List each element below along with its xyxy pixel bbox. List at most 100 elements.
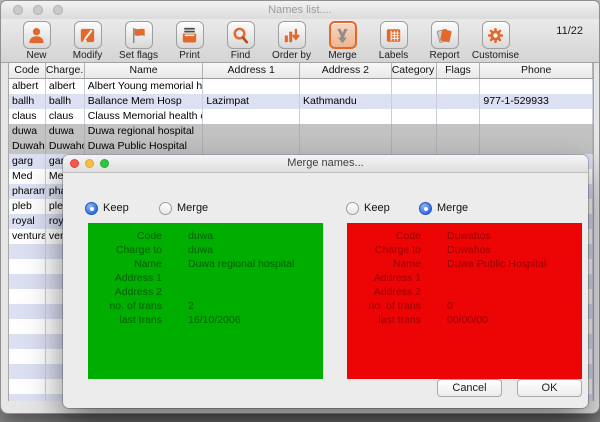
cell: albert <box>9 79 46 94</box>
field-value: Duwahos <box>447 243 491 257</box>
column-header-name[interactable]: Name <box>85 63 204 78</box>
toolbar-button-modify[interactable]: Modify <box>62 21 113 61</box>
field-label: Name <box>88 257 162 271</box>
cell: pleb <box>9 199 46 214</box>
field-row: Address 2 <box>88 285 323 299</box>
radio-keep-left[interactable] <box>85 202 98 215</box>
radio-merge-right[interactable] <box>419 202 432 215</box>
cell <box>480 124 593 139</box>
field-label: Address 1 <box>347 271 421 285</box>
table-row[interactable]: ballhballhBallance Mem HospLazimpatKathm… <box>9 94 593 109</box>
toolbar-button-label: Print <box>179 50 200 61</box>
cell: Med <box>9 169 46 184</box>
record-count: 11/22 <box>556 25 583 37</box>
column-header-code[interactable]: Code <box>9 63 46 78</box>
keep-record-panel: CodeduwaCharge toduwaNameDuwa regional h… <box>88 223 323 379</box>
zoom-icon[interactable] <box>100 159 109 168</box>
cell <box>9 259 46 274</box>
cell <box>9 289 46 304</box>
table-row[interactable]: albertalbertAlbert Young memorial hospit… <box>9 79 593 94</box>
column-header-phone[interactable]: Phone <box>480 63 593 78</box>
toolbar-button-labels[interactable]: Labels <box>368 21 419 61</box>
toolbar: New Modify Set flags Print Find Order byMerge… <box>1 19 599 63</box>
cell <box>300 109 392 124</box>
radio-keep-right[interactable] <box>346 202 359 215</box>
field-row: Charge toDuwahos <box>347 243 582 257</box>
toolbar-button-label: Find <box>231 50 250 61</box>
toolbar-button-merge[interactable]: Merge <box>317 21 368 61</box>
cell: garg <box>9 154 46 169</box>
radio-merge-left[interactable] <box>159 202 172 215</box>
cell: ventura <box>9 229 46 244</box>
table-header-row: CodeCharge...NameAddress 1Address 2Categ… <box>9 63 593 79</box>
cell: duwa <box>9 124 46 139</box>
cell: ballh <box>46 94 85 109</box>
cancel-button[interactable]: Cancel <box>437 379 502 397</box>
column-header-address-1[interactable]: Address 1 <box>203 63 300 78</box>
field-row: Charge toduwa <box>88 243 323 257</box>
edit-pencil-icon <box>74 21 102 49</box>
column-header-flags[interactable]: Flags <box>437 63 481 78</box>
cell: Albert Young memorial hospital <box>85 79 204 94</box>
radio-merge-left-label: Merge <box>177 202 208 215</box>
cell: ballh <box>9 94 46 109</box>
ok-button[interactable]: OK <box>517 379 582 397</box>
cell: claus <box>46 109 85 124</box>
toolbar-button-set-flags[interactable]: Set flags <box>113 21 164 61</box>
field-row: no. of trans2 <box>88 299 323 313</box>
field-value: Duwa Public Hospital <box>447 257 546 271</box>
cell <box>203 139 300 154</box>
cell <box>392 79 437 94</box>
cell: Kathmandu <box>300 94 392 109</box>
field-label: last trans <box>88 313 162 327</box>
cell: Clauss Memorial health centre <box>85 109 204 124</box>
field-row: NameDuwa regional hospital <box>88 257 323 271</box>
close-icon <box>13 5 23 15</box>
field-row: no. of trans0 <box>347 299 582 313</box>
toolbar-button-new[interactable]: New <box>11 21 62 61</box>
toolbar-button-label: Customise <box>472 50 519 61</box>
toolbar-button-order-by[interactable]: Order by <box>266 21 317 61</box>
cell <box>9 379 46 394</box>
field-value: 00/00/00 <box>447 313 488 327</box>
dialog-titlebar: Merge names... <box>63 155 588 173</box>
cell: Duwa Public Hospital <box>85 139 204 154</box>
toolbar-button-customise[interactable]: Customise <box>470 21 521 61</box>
table-row[interactable]: clausclausClauss Memorial health centre <box>9 109 593 124</box>
minimize-icon[interactable] <box>85 159 94 168</box>
field-label: Address 2 <box>347 285 421 299</box>
field-value: Duwahos <box>447 229 491 243</box>
cell: duwa <box>46 124 85 139</box>
field-row: Address 1 <box>88 271 323 285</box>
field-row: last trans 16/10/2006 <box>88 313 323 327</box>
cell: albert <box>46 79 85 94</box>
column-header-charge[interactable]: Charge... <box>46 63 85 78</box>
cell <box>9 394 46 401</box>
toolbar-button-print[interactable]: Print <box>164 21 215 61</box>
toolbar-button-label: Report <box>429 50 459 61</box>
column-header-address-2[interactable]: Address 2 <box>300 63 392 78</box>
cell: royal <box>9 214 46 229</box>
cell <box>9 244 46 259</box>
window-title: Names list.... <box>1 1 599 19</box>
cell <box>392 124 437 139</box>
cell <box>300 79 392 94</box>
field-value: 16/10/2006 <box>188 313 241 327</box>
cell: Duwa regional hospital <box>85 124 204 139</box>
cell: pharam <box>9 184 46 199</box>
table-row[interactable]: DuwahosDuwahosDuwa Public Hospital <box>9 139 593 154</box>
column-header-category-1[interactable]: Category 1 <box>392 63 437 78</box>
cell <box>480 139 593 154</box>
field-label: no. of trans <box>88 299 162 313</box>
printer-icon <box>176 21 204 49</box>
table-row[interactable]: duwaduwaDuwa regional hospital <box>9 124 593 139</box>
cell: 977-1-529933 <box>480 94 593 109</box>
toolbar-button-report[interactable]: Report <box>419 21 470 61</box>
field-row: CodeDuwahos <box>347 229 582 243</box>
cell <box>392 139 437 154</box>
toolbar-button-find[interactable]: Find <box>215 21 266 61</box>
cell: claus <box>9 109 46 124</box>
close-icon[interactable] <box>70 159 79 168</box>
radio-merge-right-label: Merge <box>437 202 468 215</box>
toolbar-button-label: Modify <box>73 50 102 61</box>
